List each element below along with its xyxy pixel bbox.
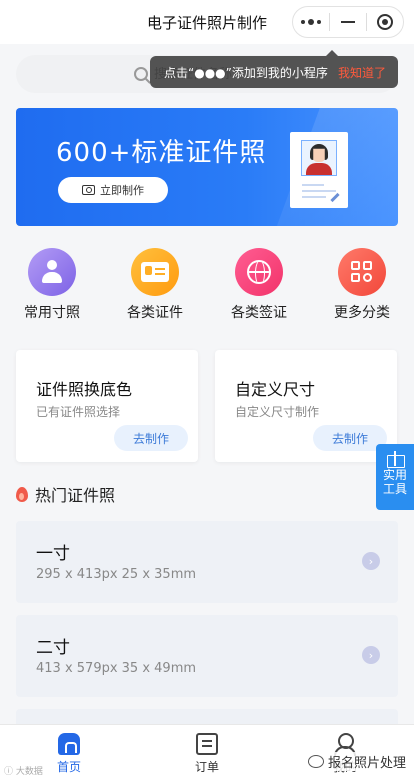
banner-title: 600+标准证件照 [56, 138, 267, 168]
watermark-left: ⓘ 大数据 [4, 767, 43, 777]
change-background-card[interactable]: 证件照换底色 已有证件照选择 去制作 [16, 350, 198, 462]
tools-label-line1: 实用 [382, 468, 407, 482]
hot-section-header: 热门证件照 [16, 482, 115, 506]
more-dots-icon [301, 19, 321, 25]
hot-section-title: 热门证件照 [35, 486, 116, 505]
item-spec: 295 x 413px 25 x 35mm [36, 567, 197, 582]
camera-icon [82, 185, 95, 195]
order-icon [196, 733, 218, 755]
tools-label-line2: 工具 [382, 482, 407, 496]
watermark-right-text: 报名照片处理 [327, 756, 406, 771]
change-background-go-button[interactable]: 去制作 [114, 425, 188, 451]
useful-tools-button[interactable]: 实用 工具 [376, 444, 414, 510]
gift-icon [386, 450, 405, 468]
grid-icon [338, 248, 386, 296]
category-label: 更多分类 [334, 305, 390, 321]
pencil-icon [330, 192, 340, 203]
item-name: 二寸 [36, 638, 70, 658]
category-label: 各类签证 [231, 305, 287, 321]
mini-program-capsule [292, 6, 404, 38]
portrait-icon [301, 140, 337, 176]
category-more[interactable]: 更多分类 [322, 248, 402, 322]
more-button[interactable] [293, 7, 329, 37]
tab-orders[interactable]: 订单 [167, 733, 247, 775]
start-making-button[interactable]: 立即制作 [58, 177, 168, 203]
globe-icon [235, 248, 283, 296]
wechat-icon [307, 755, 324, 768]
category-visas[interactable]: 各类签证 [219, 248, 299, 322]
feature-subtitle: 已有证件照选择 [36, 405, 121, 419]
list-item[interactable]: 二寸 413 x 579px 35 x 49mm › [16, 615, 398, 697]
feature-subtitle: 自定义尺寸制作 [235, 405, 320, 419]
fire-icon [16, 486, 28, 502]
id-card-icon [131, 248, 179, 296]
item-spec: 413 x 579px 35 x 49mm [36, 661, 197, 676]
tab-label: 订单 [194, 760, 219, 774]
custom-size-card[interactable]: 自定义尺寸 自定义尺寸制作 去制作 [215, 350, 397, 462]
minus-icon [341, 21, 355, 23]
promo-banner[interactable]: 600+标准证件照 立即制作 [16, 108, 398, 226]
tooltip-dismiss-button[interactable]: 我知道了 [338, 64, 386, 81]
chevron-right-icon: › [362, 552, 380, 570]
home-icon [58, 733, 80, 755]
start-making-label: 立即制作 [100, 184, 144, 197]
id-photo-card-illustration [290, 132, 348, 208]
close-button[interactable] [367, 7, 403, 37]
tooltip-text: 点击“●●●”添加到我的小程序 [164, 65, 328, 80]
item-name: 一寸 [36, 544, 70, 564]
chevron-right-icon: › [362, 646, 380, 664]
category-label: 各类证件 [127, 305, 183, 321]
category-label: 常用寸照 [24, 305, 80, 321]
search-icon [134, 67, 148, 81]
list-item[interactable]: 一寸 295 x 413px 25 x 35mm › [16, 521, 398, 603]
nav-bar: 电子证件照片制作 [0, 0, 414, 44]
minimize-button[interactable] [330, 7, 366, 37]
target-icon [377, 14, 393, 30]
add-to-my-miniprogram-tooltip: 点击“●●●”添加到我的小程序 我知道了 [150, 50, 398, 88]
feature-title: 自定义尺寸 [235, 380, 316, 399]
watermark-right: 报名照片处理 [307, 752, 406, 771]
category-common-size[interactable]: 常用寸照 [12, 248, 92, 322]
feature-title: 证件照换底色 [36, 380, 133, 399]
person-icon [28, 248, 76, 296]
category-certificates[interactable]: 各类证件 [115, 248, 195, 322]
